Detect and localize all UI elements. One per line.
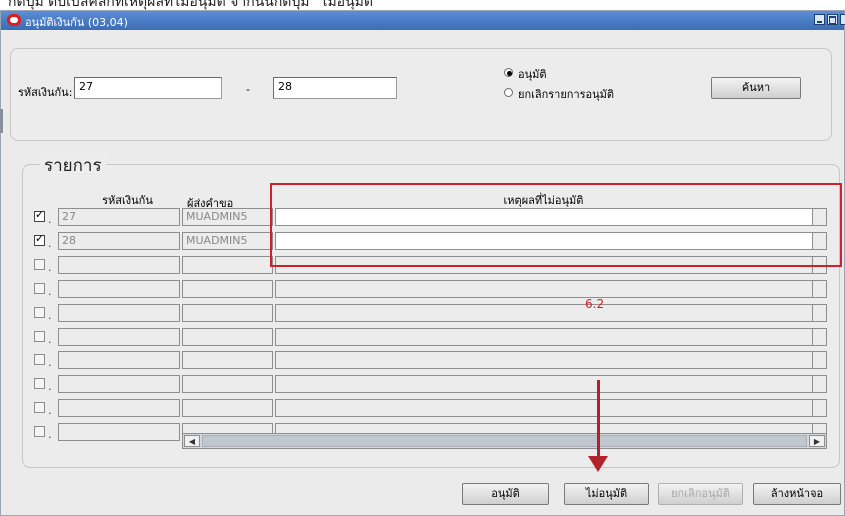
radio-approve-label: อนุมัติ xyxy=(518,68,547,81)
row-requester-field[interactable] xyxy=(182,351,273,369)
row-checkbox[interactable] xyxy=(34,426,45,437)
row-reason-overflow xyxy=(813,399,827,417)
code-to-input[interactable]: 28 xyxy=(273,77,397,99)
row-marker: . xyxy=(48,356,52,369)
row-code-field[interactable] xyxy=(58,399,180,417)
row-marker: . xyxy=(48,309,52,322)
row-reason-field[interactable] xyxy=(275,375,813,393)
row-code-field[interactable]: 27 xyxy=(58,208,180,226)
pointer-arrow-head-icon xyxy=(588,456,608,472)
window-title: อนุมัติเงินกัน (03,04) xyxy=(25,16,128,29)
caption-text: กดปุ่ม ดับเบิลคลิกที่เหตุผลที่ไม่อนุมัติ… xyxy=(8,0,380,10)
scrollbar-thumb[interactable] xyxy=(202,435,807,447)
code-label: รหัสเงินกัน: xyxy=(18,86,73,99)
radio-cancel-approval-label: ยกเลิกรายการอนุมัติ xyxy=(518,88,615,101)
row-requester-field[interactable] xyxy=(182,328,273,346)
oracle-logo-icon xyxy=(7,14,21,26)
row-code-field[interactable] xyxy=(58,328,180,346)
row-reason-field[interactable] xyxy=(275,399,813,417)
row-reason-field[interactable] xyxy=(275,351,813,369)
approve-button[interactable]: อนุมัติ xyxy=(462,483,549,505)
list-section-title: รายการ xyxy=(40,152,106,179)
row-marker: . xyxy=(48,237,52,250)
row-checkbox[interactable] xyxy=(34,232,45,246)
row-reason-overflow xyxy=(813,304,827,322)
row-requester-field[interactable] xyxy=(182,280,273,298)
row-code-field[interactable] xyxy=(58,304,180,322)
row-code-field[interactable] xyxy=(58,351,180,369)
radio-approve[interactable] xyxy=(504,68,513,77)
horizontal-scrollbar[interactable]: ◀ ▶ xyxy=(182,433,827,449)
step-label: 6.2 xyxy=(585,297,605,311)
code-from-input[interactable]: 27 xyxy=(74,77,222,99)
window-edge-marker xyxy=(0,109,3,133)
row-reason-field[interactable] xyxy=(275,280,813,298)
row-code-field[interactable]: 28 xyxy=(58,232,180,250)
row-checkbox[interactable] xyxy=(34,402,45,413)
row-checkbox[interactable] xyxy=(34,378,45,389)
scroll-right-icon[interactable]: ▶ xyxy=(809,435,825,447)
header-code: รหัสเงินกัน xyxy=(102,194,153,207)
row-requester-field[interactable] xyxy=(182,256,273,274)
row-marker: . xyxy=(48,428,52,441)
row-marker: . xyxy=(48,380,52,393)
row-requester-field[interactable]: MUADMIN5 xyxy=(182,232,273,250)
row-marker: . xyxy=(48,404,52,417)
scroll-left-icon[interactable]: ◀ xyxy=(184,435,200,447)
row-checkbox[interactable] xyxy=(34,307,45,318)
row-requester-field[interactable]: MUADMIN5 xyxy=(182,208,273,226)
row-checkbox[interactable] xyxy=(34,354,45,365)
row-reason-overflow xyxy=(813,328,827,346)
row-reason-field[interactable] xyxy=(275,304,813,322)
row-checkbox[interactable] xyxy=(34,208,45,222)
row-code-field[interactable] xyxy=(58,423,180,441)
close-icon[interactable] xyxy=(840,14,845,25)
title-bar: อนุมัติเงินกัน (03,04) xyxy=(1,11,845,30)
search-button[interactable]: ค้นหา xyxy=(711,77,801,99)
row-reason-field[interactable] xyxy=(275,328,813,346)
row-code-field[interactable] xyxy=(58,375,180,393)
row-code-field[interactable] xyxy=(58,280,180,298)
row-marker: . xyxy=(48,333,52,346)
row-marker: . xyxy=(48,213,52,226)
row-checkbox[interactable] xyxy=(34,331,45,342)
range-separator: - xyxy=(246,83,250,96)
pointer-arrow xyxy=(597,380,600,458)
radio-cancel-approval[interactable] xyxy=(504,88,513,97)
maximize-icon[interactable] xyxy=(827,14,838,25)
row-requester-field[interactable] xyxy=(182,375,273,393)
row-marker: . xyxy=(48,285,52,298)
reject-button[interactable]: ไม่อนุมัติ xyxy=(564,483,649,505)
row-reason-overflow xyxy=(813,375,827,393)
row-requester-field[interactable] xyxy=(182,399,273,417)
minimize-icon[interactable] xyxy=(814,14,825,25)
row-checkbox[interactable] xyxy=(34,259,45,270)
row-code-field[interactable] xyxy=(58,256,180,274)
row-reason-overflow xyxy=(813,351,827,369)
row-reason-overflow xyxy=(813,280,827,298)
row-marker: . xyxy=(48,261,52,274)
row-requester-field[interactable] xyxy=(182,304,273,322)
cancel-approve-button: ยกเลิกอนุมัติ xyxy=(658,483,743,505)
row-checkbox[interactable] xyxy=(34,283,45,294)
highlight-reason-column xyxy=(270,183,842,267)
tutorial-caption: กดปุ่ม ดับเบิลคลิกที่เหตุผลที่ไม่อนุมัติ… xyxy=(0,0,845,10)
clear-screen-button[interactable]: ล้างหน้าจอ xyxy=(753,483,841,505)
